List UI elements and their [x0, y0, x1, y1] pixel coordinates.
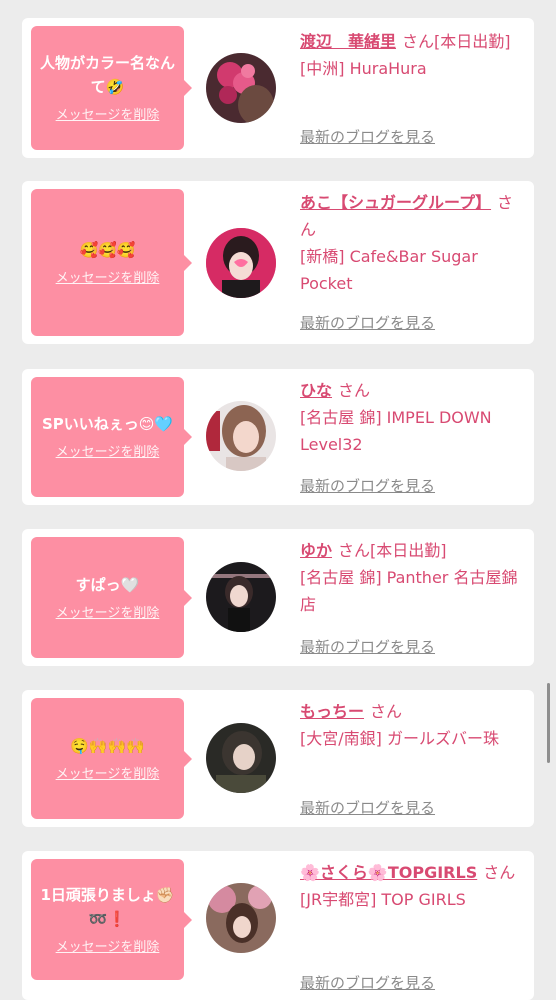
status-label: [本日出勤]	[434, 32, 511, 51]
message-text: 1日頑張りましょ✊🏻➿❗️	[40, 885, 175, 928]
honorific: さん	[338, 541, 371, 560]
avatar[interactable]	[206, 228, 276, 298]
message-text: すぱっ🤍	[75, 575, 140, 594]
sender-info: ひな さん [名古屋 錦] IMPEL DOWN Level32	[300, 377, 526, 458]
status-label: [本日出勤]	[370, 541, 447, 560]
message-text: 🥰🥰🥰	[79, 240, 136, 259]
shop-label: [新橋] Cafe&Bar Sugar Pocket	[300, 247, 478, 293]
honorific: さん	[338, 381, 371, 400]
message-card: SPいいねぇっ😊🩵 メッセージを削除 ひな さん [名古屋 錦] IMPEL DO…	[22, 369, 534, 505]
delete-message-link[interactable]: メッセージを削除	[56, 939, 160, 957]
delete-message-link[interactable]: メッセージを削除	[56, 270, 160, 288]
shop-label: [名古屋 錦] IMPEL DOWN Level32	[300, 408, 492, 454]
sender-info: あこ【シュガーグループ】 さん [新橋] Cafe&Bar Sugar Pocke…	[300, 189, 526, 297]
honorific: さん	[370, 702, 403, 721]
message-bubble: SPいいねぇっ😊🩵 メッセージを削除	[31, 377, 192, 497]
sender-info: もっちー さん [大宮/南銀] ガールズバー珠	[300, 698, 526, 752]
avatar[interactable]	[206, 883, 276, 953]
latest-blog-link[interactable]: 最新のブログを見る	[300, 636, 435, 657]
message-card: すぱっ🤍 メッセージを削除 ゆか さん[本日出勤] [名古屋 錦] Panther…	[22, 529, 534, 666]
latest-blog-link[interactable]: 最新のブログを見る	[300, 475, 435, 496]
message-card: 1日頑張りましょ✊🏻➿❗️ メッセージを削除 🌸さくら🌸TOPGIRLS さん […	[22, 851, 534, 1000]
delete-message-link[interactable]: メッセージを削除	[56, 766, 160, 784]
sender-info: ゆか さん[本日出勤] [名古屋 錦] Panther 名古屋錦店	[300, 537, 526, 618]
sender-name-link[interactable]: 🌸さくら🌸TOPGIRLS	[300, 863, 477, 882]
shop-label: [大宮/南銀] ガールズバー珠	[300, 729, 499, 748]
avatar[interactable]	[206, 723, 276, 793]
message-card: 人物がカラー名なんて🤣 メッセージを削除 渡辺 華緒里 さん[本日出勤] [中洲]…	[22, 18, 534, 158]
latest-blog-link[interactable]: 最新のブログを見る	[300, 126, 435, 147]
avatar[interactable]	[206, 401, 276, 471]
latest-blog-link[interactable]: 最新のブログを見る	[300, 972, 435, 993]
message-bubble: 人物がカラー名なんて🤣 メッセージを削除	[31, 26, 192, 150]
sender-name-link[interactable]: 渡辺 華緒里	[300, 32, 396, 51]
message-bubble: すぱっ🤍 メッセージを削除	[31, 537, 192, 658]
message-bubble: 1日頑張りましょ✊🏻➿❗️ メッセージを削除	[31, 859, 192, 980]
message-card: 🥰🥰🥰 メッセージを削除 あこ【シュガーグループ】 さん [新橋] Cafe&Ba…	[22, 181, 534, 344]
honorific: さん	[402, 32, 435, 51]
sender-name-link[interactable]: あこ【シュガーグループ】	[300, 193, 491, 212]
message-bubble: 🤤🙌🙌🙌 メッセージを削除	[31, 698, 192, 819]
message-text: 人物がカラー名なんて🤣	[39, 54, 175, 96]
shop-label: [JR宇都宮] TOP GIRLS	[300, 890, 466, 909]
avatar[interactable]	[206, 53, 276, 123]
sender-name-link[interactable]: もっちー	[300, 702, 364, 721]
honorific: さん	[483, 863, 516, 882]
delete-message-link[interactable]: メッセージを削除	[56, 107, 160, 125]
message-text: SPいいねぇっ😊🩵	[41, 415, 174, 433]
sender-name-link[interactable]: ゆか	[300, 541, 332, 560]
sender-name-link[interactable]: ひな	[300, 381, 332, 400]
scrollbar-thumb[interactable]	[547, 683, 550, 763]
avatar[interactable]	[206, 562, 276, 632]
latest-blog-link[interactable]: 最新のブログを見る	[300, 312, 435, 333]
shop-label: [名古屋 錦] Panther 名古屋錦店	[300, 568, 518, 614]
delete-message-link[interactable]: メッセージを削除	[56, 605, 160, 623]
latest-blog-link[interactable]: 最新のブログを見る	[300, 797, 435, 818]
message-text: 🤤🙌🙌🙌	[70, 736, 145, 755]
shop-label: [中洲] HuraHura	[300, 59, 427, 78]
sender-info: 渡辺 華緒里 さん[本日出勤] [中洲] HuraHura	[300, 28, 526, 82]
delete-message-link[interactable]: メッセージを削除	[56, 444, 160, 462]
sender-info: 🌸さくら🌸TOPGIRLS さん [JR宇都宮] TOP GIRLS	[300, 859, 526, 913]
message-card: 🤤🙌🙌🙌 メッセージを削除 もっちー さん [大宮/南銀] ガールズバー珠 最新の…	[22, 690, 534, 827]
message-bubble: 🥰🥰🥰 メッセージを削除	[31, 189, 192, 336]
